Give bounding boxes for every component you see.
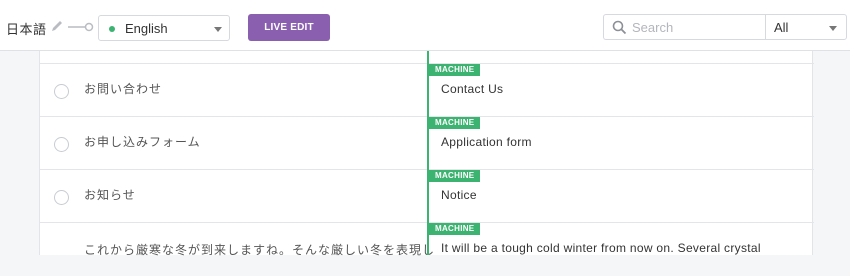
machine-badge: MACHINE bbox=[429, 64, 481, 76]
machine-badge: MACHINE bbox=[429, 223, 481, 235]
search-input[interactable] bbox=[632, 18, 760, 36]
chevron-down-icon bbox=[214, 27, 222, 32]
status-dot bbox=[109, 26, 115, 32]
search-box[interactable] bbox=[603, 14, 765, 40]
machine-badge: MACHINE bbox=[429, 170, 481, 182]
source-text: お問い合わせ bbox=[84, 82, 163, 96]
search-icon bbox=[612, 20, 627, 35]
target-language-label: English bbox=[125, 21, 168, 36]
link-icon bbox=[68, 22, 94, 32]
chevron-down-icon bbox=[829, 26, 837, 31]
top-toolbar: 日本語 English LIVE EDIT All bbox=[0, 0, 850, 51]
row-select-radio[interactable] bbox=[54, 137, 69, 152]
column-divider bbox=[427, 51, 429, 255]
source-text: お知らせ bbox=[84, 188, 136, 202]
target-language-select[interactable]: English bbox=[98, 15, 230, 41]
target-text[interactable]: Notice bbox=[441, 188, 801, 202]
target-text[interactable]: It will be a tough cold winter from now … bbox=[441, 241, 801, 255]
filter-select[interactable]: All bbox=[765, 14, 847, 40]
filter-label: All bbox=[774, 20, 789, 35]
translation-list: お問い合わせ MACHINE Contact Us お申し込みフォーム MACH… bbox=[39, 51, 814, 257]
row-select-radio[interactable] bbox=[54, 84, 69, 99]
pencil-icon[interactable] bbox=[50, 19, 64, 33]
source-text: これから厳寒な冬が到来しますね。そんな厳しい冬を表現し bbox=[84, 243, 436, 257]
source-language-label: 日本語 bbox=[6, 22, 47, 37]
row-select-radio[interactable] bbox=[54, 190, 69, 205]
target-text[interactable]: Contact Us bbox=[441, 82, 801, 96]
target-text[interactable]: Application form bbox=[441, 135, 801, 149]
live-edit-button[interactable]: LIVE EDIT bbox=[248, 14, 330, 41]
source-text: お申し込みフォーム bbox=[84, 135, 201, 149]
machine-badge: MACHINE bbox=[429, 117, 481, 129]
